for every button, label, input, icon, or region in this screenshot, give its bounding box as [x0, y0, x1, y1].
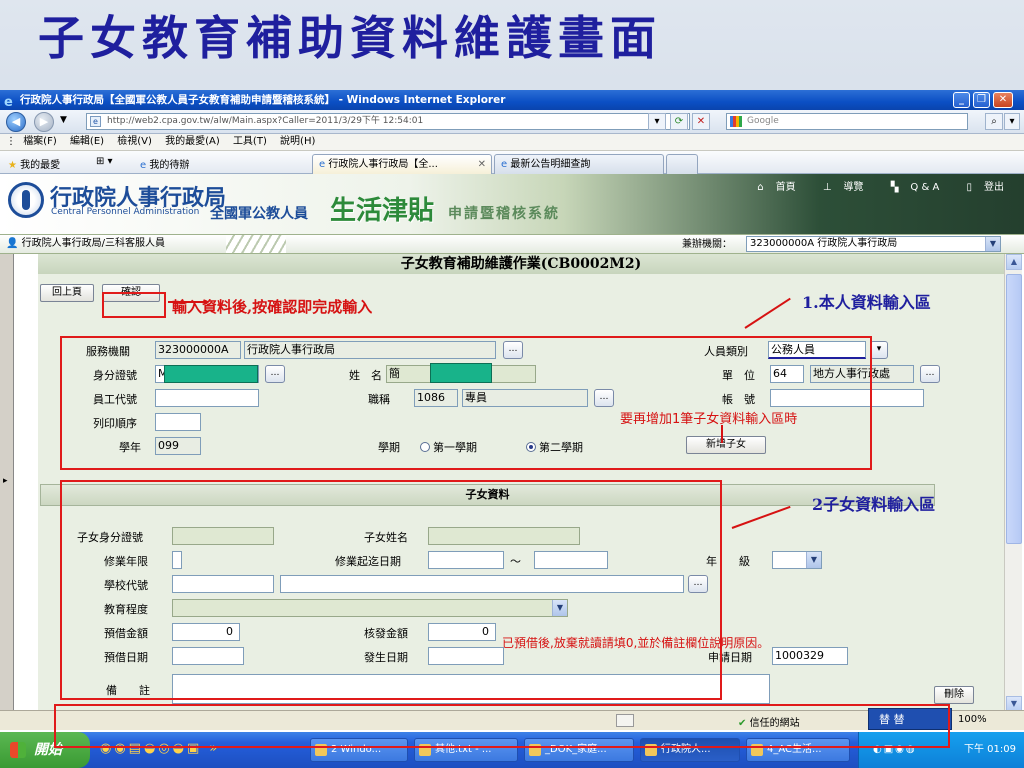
url-dropdown-icon[interactable]: ▾	[648, 113, 666, 130]
maximize-button[interactable]: ❐	[973, 92, 990, 108]
scroll-up-icon[interactable]: ▲	[1006, 254, 1022, 270]
confirm-arrow	[168, 301, 208, 303]
org-name-en: Central Personnel Administration	[51, 207, 200, 217]
confirm-note: 輸入資料後,按確認即完成輸入	[172, 298, 373, 316]
favorites-bar: ★ 我的最愛 ⊞ ▾ e 我的待辦 e 行政院人事行政局【全... ✕ e 最新…	[0, 151, 1024, 174]
page-icon: e	[90, 116, 101, 127]
home-icon: ⌂	[757, 182, 764, 193]
search-icon[interactable]: ⌕	[985, 113, 1003, 130]
windows-flag-icon	[10, 742, 26, 758]
sitemap-icon: ⊥	[822, 182, 832, 193]
grade-select[interactable]: ▼	[772, 551, 822, 569]
staff-type-chevron-icon[interactable]: ▾	[870, 341, 888, 359]
child-area-box	[60, 480, 722, 700]
personal-area-box	[60, 336, 872, 470]
user-icon: 👤	[6, 238, 19, 249]
clock: 下午 01:09	[964, 744, 1016, 755]
site-banner: 行政院人事行政局 Central Personnel Administratio…	[0, 174, 1024, 234]
menu-edit[interactable]: 編輯(E)	[70, 134, 104, 150]
close-button[interactable]: ✕	[993, 92, 1013, 108]
slide-title: 子女教育補助資料維護畫面	[38, 11, 662, 65]
door-icon: ▯	[966, 182, 972, 193]
form-title: 子女教育補助維護作業(CB0002M2)	[38, 254, 1004, 274]
org-select-label: 兼辦機關：	[682, 239, 732, 250]
frame-toggle-icon[interactable]: ▸	[3, 476, 8, 486]
favorites-button[interactable]: ★ 我的最愛	[8, 156, 60, 171]
system-name-1: 全國軍公教人員	[210, 206, 308, 222]
qa-link[interactable]: ▚ Q & A	[879, 182, 940, 193]
quick-tabs-icon[interactable]: ⊞ ▾	[96, 156, 113, 167]
left-frame: ▸	[0, 254, 14, 714]
tab-close-icon[interactable]: ✕	[478, 155, 486, 174]
refresh-icon[interactable]: ⟳	[670, 113, 688, 130]
menu-favorites[interactable]: 我的最愛(A)	[165, 134, 220, 150]
org-select[interactable]: 323000000A 行政院人事行政局 ▼	[746, 236, 1001, 252]
logout-link[interactable]: ▯ 登出	[954, 182, 1004, 193]
unit-lookup-button[interactable]: …	[920, 365, 940, 383]
guide-link[interactable]: ⊥ 導覽	[811, 182, 864, 193]
history-dropdown-icon[interactable]: ▼	[60, 115, 67, 125]
menu-bar: ⋮ 檔案(F) 編輯(E) 檢視(V) 我的最愛(A) 工具(T) 說明(H)	[0, 134, 1024, 151]
home-link[interactable]: ⌂ 首頁	[745, 182, 795, 193]
window-titlebar[interactable]: e 行政院人事行政局【全國軍公教人員子女教育補助申請暨稽核系統】 - Windo…	[0, 90, 1024, 110]
menu-file[interactable]: 檔案(F)	[23, 134, 57, 150]
tab-news[interactable]: e 最新公告明細查詢	[494, 154, 664, 174]
system-name-2: 生活津貼	[330, 196, 435, 226]
chevron-down-icon: ▼	[985, 237, 1000, 251]
zoom-level[interactable]: 100%	[958, 714, 987, 725]
search-input[interactable]: Google	[726, 113, 968, 130]
top-links: ⌂ 首頁 ⊥ 導覽 ▚ Q & A ▯ 登出	[733, 178, 1004, 193]
tab-main[interactable]: e 行政院人事行政局【全... ✕	[312, 154, 492, 174]
url-input[interactable]: e http://web2.cpa.gov.tw/alw/Main.aspx?C…	[86, 113, 690, 130]
menu-view[interactable]: 檢視(V)	[117, 134, 152, 150]
area1-label: 1.本人資料輸入區	[802, 293, 931, 312]
repeat-area-box	[54, 704, 950, 748]
window-title: 行政院人事行政局【全國軍公教人員子女教育補助申請暨稽核系統】 - Windows…	[20, 94, 506, 106]
ie-fav-icon: e	[140, 160, 147, 171]
delete-child-button[interactable]: 刪除	[934, 686, 974, 704]
search-options-icon[interactable]: ▾	[1004, 113, 1020, 130]
google-icon	[730, 116, 742, 127]
tab-ie-icon: e	[319, 159, 326, 170]
chat-icon: ▚	[890, 182, 899, 193]
page-scrollbar[interactable]: ▲ ▼	[1004, 254, 1022, 714]
scroll-thumb[interactable]	[1006, 274, 1022, 544]
advance-note: 已預借後,放棄就讀請填0,並於備註欄位說明原因。	[502, 636, 770, 650]
grade-chevron-icon: ▼	[806, 552, 821, 568]
current-user: 👤 行政院人事行政局/三科客服人員	[6, 238, 166, 249]
apply-date-field[interactable]: 1000329	[772, 647, 848, 665]
minimize-button[interactable]: _	[953, 92, 970, 108]
decorative-chevrons	[226, 235, 286, 253]
org-bar: 👤 行政院人事行政局/三科客服人員 兼辦機關： 323000000A 行政院人事…	[0, 234, 1024, 254]
agency-logo	[8, 182, 44, 218]
menu-help[interactable]: 說明(H)	[280, 134, 315, 150]
add-child-arrow	[721, 425, 723, 443]
forward-nav-button[interactable]: ▶	[34, 112, 54, 132]
system-name-3: 申請暨稽核系統	[448, 206, 560, 222]
star-icon: ★	[8, 160, 17, 171]
stop-icon[interactable]: ✕	[692, 113, 710, 130]
add-child-note: 要再增加1筆子女資料輸入區時	[620, 412, 798, 427]
back-button[interactable]: 回上頁	[40, 284, 94, 302]
area2-label: 2子女資料輸入區	[812, 495, 936, 514]
address-bar: ◀ ▶ ▼ e http://web2.cpa.gov.tw/alw/Main.…	[0, 110, 1024, 134]
back-nav-button[interactable]: ◀	[6, 112, 26, 132]
confirm-highlight-box	[102, 292, 166, 318]
new-tab-button[interactable]	[666, 154, 698, 174]
fav-link-todo[interactable]: e 我的待辦	[140, 156, 189, 171]
tab-ie-icon-2: e	[501, 159, 508, 170]
menu-grip-icon: ⋮	[6, 136, 16, 147]
menu-tools[interactable]: 工具(T)	[233, 134, 267, 150]
